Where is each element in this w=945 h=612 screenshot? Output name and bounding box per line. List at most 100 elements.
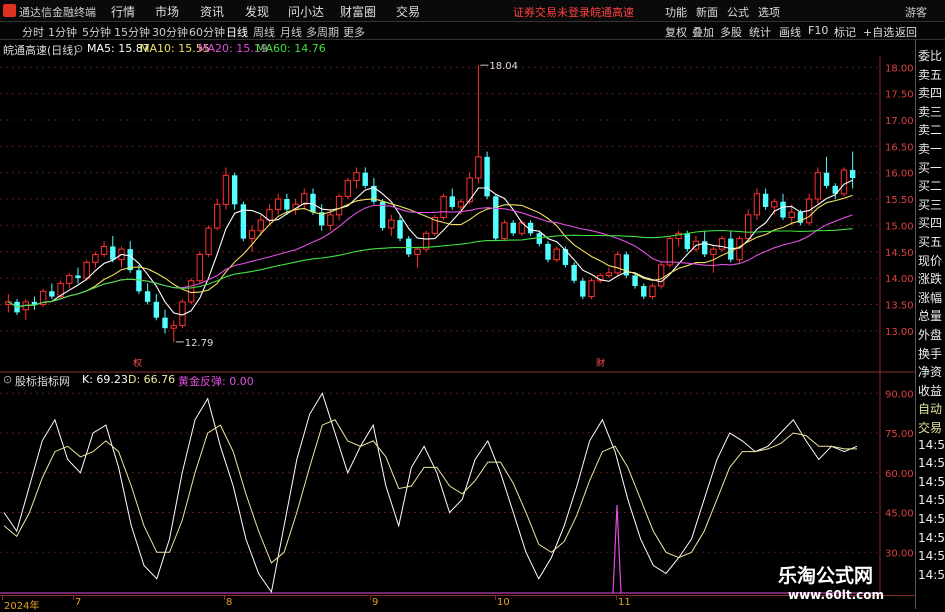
candle-body-up: [100, 245, 108, 255]
price-tick-label: 14.00: [885, 274, 914, 285]
period-monthly[interactable]: 月线: [280, 24, 302, 40]
candle-body-up: [257, 219, 264, 232]
multi-stock-button[interactable]: 多股: [720, 24, 742, 40]
side-item-23[interactable]: 14:56: [918, 475, 945, 489]
candle-body-up: [205, 227, 212, 255]
side-item-26[interactable]: 14:56: [918, 531, 945, 545]
menu-quotes[interactable]: 行情: [111, 3, 135, 20]
indicator-name[interactable]: 股标指标网: [15, 373, 70, 389]
candle-body-up: [475, 156, 482, 179]
side-item-1[interactable]: 卖五: [918, 66, 942, 83]
side-item-10[interactable]: 买五: [918, 233, 942, 250]
candle-body-up: [753, 193, 761, 216]
candle-body-up: [614, 253, 621, 274]
indicator-settings-icon[interactable]: ⊙: [3, 373, 12, 386]
osc-line-k: [3, 392, 858, 594]
period-60min[interactable]: 60分钟: [189, 24, 225, 40]
overlay-button[interactable]: 叠加: [692, 24, 714, 40]
period-more[interactable]: 更多: [343, 24, 365, 40]
candle-body-down: [545, 243, 551, 260]
side-item-15[interactable]: 外盘: [918, 326, 942, 343]
guest-label[interactable]: 游客: [905, 4, 927, 20]
side-item-9[interactable]: 买四: [918, 214, 942, 231]
candle-body-up: [553, 248, 560, 261]
date-axis-label: 9: [372, 597, 379, 608]
period-5min[interactable]: 5分钟: [82, 24, 111, 40]
period-daily[interactable]: 日线: [226, 24, 248, 40]
annotation-label: 12.79: [185, 338, 214, 349]
side-item-0[interactable]: 委比: [918, 47, 942, 64]
candle-body-down: [580, 280, 586, 297]
candle-body-up: [745, 214, 752, 240]
period-intraday[interactable]: 分时: [22, 24, 44, 40]
side-item-19[interactable]: 自动: [918, 400, 942, 417]
candle-body-down: [406, 238, 412, 255]
menu-trade[interactable]: 交易: [396, 3, 420, 20]
back-button[interactable]: 返回: [895, 24, 917, 40]
period-30min[interactable]: 30分钟: [152, 24, 188, 40]
candle-body-up: [588, 280, 595, 298]
side-item-5[interactable]: 卖一: [918, 140, 942, 157]
side-item-12[interactable]: 涨跌: [918, 270, 942, 287]
side-item-22[interactable]: 14:56: [918, 456, 945, 470]
period-multi[interactable]: 多周期: [306, 24, 339, 40]
side-item-17[interactable]: 净资: [918, 363, 942, 380]
side-item-28[interactable]: 14:56: [918, 568, 945, 582]
period-weekly[interactable]: 周线: [253, 24, 275, 40]
statistics-button[interactable]: 统计: [749, 24, 771, 40]
menu-xiaoda[interactable]: 问小达: [288, 3, 324, 20]
menu-news[interactable]: 资讯: [200, 3, 224, 20]
menu-function[interactable]: 功能: [665, 4, 687, 20]
side-item-25[interactable]: 14:56: [918, 512, 945, 526]
candle-body-up: [170, 325, 177, 329]
f10-button[interactable]: F10: [808, 24, 828, 37]
side-panel: 委比卖五 卖四卖三 卖二卖一买一 买二买三 买四买五现价 涨跌涨幅 总量外盘换手 净资收益 自动…: [915, 40, 945, 609]
candle-body-up: [771, 201, 778, 208]
settings-icon[interactable]: ⊙: [74, 42, 83, 55]
draw-line-button[interactable]: 画线: [779, 24, 801, 40]
side-item-11[interactable]: 现价: [918, 252, 942, 269]
date-axis-tick: [616, 596, 617, 600]
candle-body-up: [353, 172, 360, 182]
adjust-button[interactable]: 复权: [665, 24, 687, 40]
side-item-6[interactable]: 买一: [918, 159, 942, 176]
side-item-2[interactable]: 卖四: [918, 84, 942, 101]
side-item-20[interactable]: 交易: [918, 419, 942, 436]
side-item-21[interactable]: 14:56: [918, 438, 945, 452]
chart-area[interactable]: 13.00 13.50 14.00 14.50 15.00 15.50 16.00 16.50…: [0, 56, 915, 595]
add-watchlist-button[interactable]: +自选: [863, 24, 894, 40]
side-item-24[interactable]: 14:56: [918, 493, 945, 507]
date-axis-label: 8: [226, 597, 233, 608]
menu-wealth[interactable]: 财富圈: [340, 3, 376, 20]
menu-market[interactable]: 市场: [155, 3, 179, 20]
candle-body-down: [849, 170, 856, 178]
menu-discover[interactable]: 发现: [245, 3, 269, 20]
side-item-27[interactable]: 14:56: [918, 549, 945, 563]
side-item-16[interactable]: 换手: [918, 345, 942, 362]
menu-options[interactable]: 选项: [758, 4, 780, 20]
menu-formula[interactable]: 公式: [727, 4, 749, 20]
candle-body-down: [362, 172, 368, 186]
side-item-4[interactable]: 卖二: [918, 121, 942, 138]
menu-new-layout[interactable]: 新面: [696, 4, 718, 20]
candle-body-down: [153, 301, 160, 318]
mark-button[interactable]: 标记: [834, 24, 856, 40]
period-15min[interactable]: 15分钟: [114, 24, 150, 40]
side-item-13[interactable]: 涨幅: [918, 289, 942, 306]
login-notice[interactable]: 证券交易未登录: [513, 4, 590, 20]
candle-body-up: [214, 203, 221, 229]
side-item-18[interactable]: 收益: [918, 382, 942, 399]
candle-body-up: [736, 238, 743, 261]
candle-body-down: [493, 196, 499, 239]
date-axis-label: 11: [618, 597, 631, 608]
side-item-8[interactable]: 买三: [918, 196, 942, 213]
period-1min[interactable]: 1分钟: [48, 24, 77, 40]
side-item-7[interactable]: 买二: [918, 177, 942, 194]
side-item-14[interactable]: 总量: [918, 307, 942, 324]
candle-body-down: [449, 196, 455, 207]
side-item-3[interactable]: 卖三: [918, 103, 942, 120]
price-tick-label: 16.50: [885, 142, 914, 153]
price-tick-label: 15.50: [885, 195, 914, 206]
watermark: 乐淘公式网 www.60lt.com: [770, 561, 910, 606]
osc-tick-label: 90.00: [885, 389, 914, 400]
